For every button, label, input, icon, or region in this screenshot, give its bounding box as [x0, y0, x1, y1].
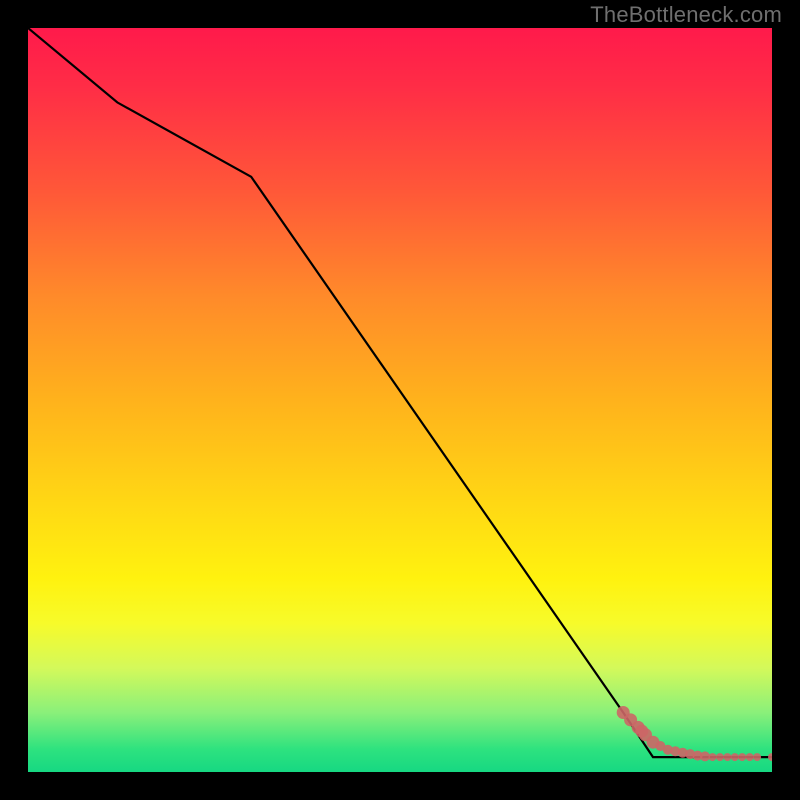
gradient-background — [28, 28, 772, 772]
chart-frame: TheBottleneck.com — [0, 0, 800, 800]
plot-area — [28, 28, 772, 772]
watermark-text: TheBottleneck.com — [590, 2, 782, 28]
